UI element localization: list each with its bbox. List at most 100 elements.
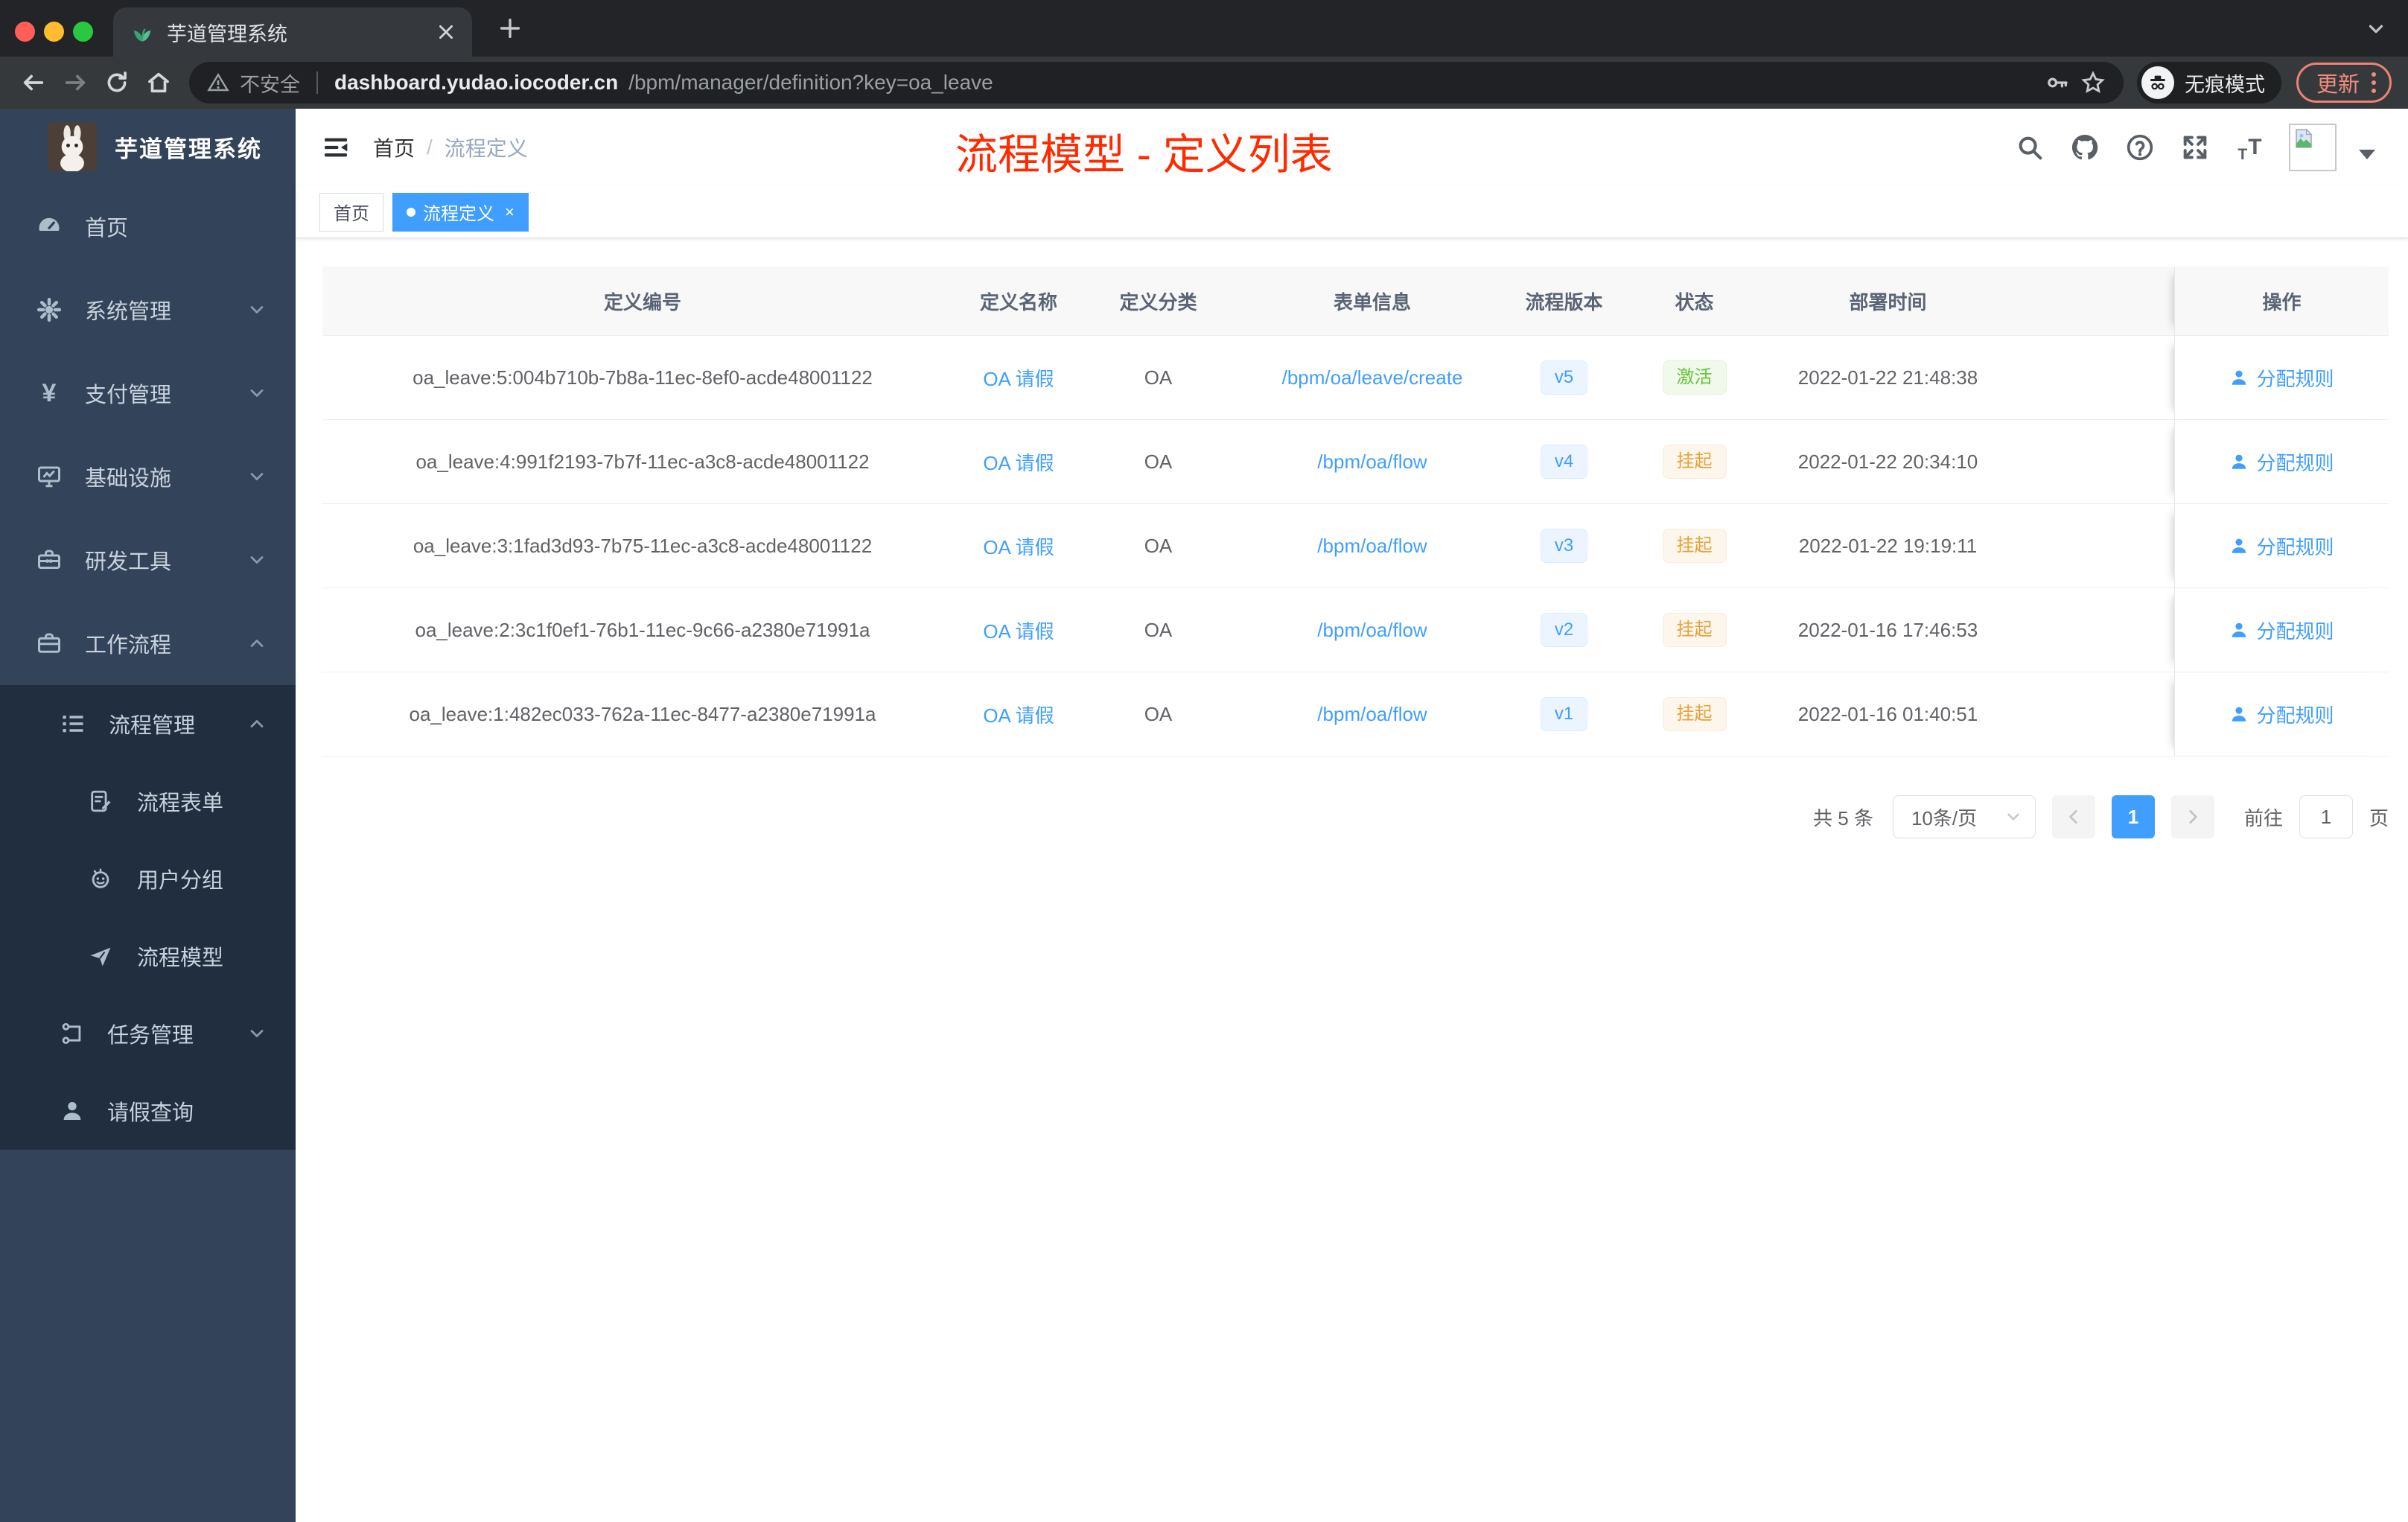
prev-page-button[interactable]: [2051, 795, 2095, 838]
sidebar-item-leave-query[interactable]: 请假查询: [0, 1072, 296, 1150]
form-info-link[interactable]: /bpm/oa/flow: [1317, 619, 1427, 642]
column-header: 定义分类: [1119, 290, 1197, 313]
table-row: oa_leave:5:004b710b-7b8a-11ec-8ef0-acde4…: [322, 336, 2389, 420]
sidebar-item-workflow[interactable]: 工作流程: [0, 602, 296, 685]
definition-name-link[interactable]: OA 请假: [983, 448, 1054, 476]
form-info-link[interactable]: /bpm/oa/flow: [1317, 703, 1427, 726]
status-badge: 挂起: [1662, 612, 1727, 648]
font-size-icon[interactable]: TT: [2234, 131, 2267, 164]
form-icon: [88, 789, 113, 814]
tag-home[interactable]: 首页: [319, 192, 383, 232]
browser-tab[interactable]: 芋道管理系统: [113, 7, 472, 57]
sidebar-item-infrastructure[interactable]: 基础设施: [0, 435, 296, 518]
sidebar-item-process-management[interactable]: 流程管理: [0, 685, 296, 762]
definition-category: OA: [1144, 450, 1173, 473]
monitor-icon: [36, 463, 63, 490]
definition-id: oa_leave:3:1fad3d93-7b75-11ec-a3c8-acde4…: [413, 534, 873, 557]
user-icon: [2232, 707, 2246, 722]
definition-name-link[interactable]: OA 请假: [983, 532, 1054, 560]
browser-menu-icon[interactable]: [2372, 72, 2376, 93]
page-content: 定义编号 定义名称 定义分类 表单信息 流程版本 状态 部署时间 操作 oa_l…: [296, 238, 2408, 1522]
help-icon[interactable]: [2124, 131, 2156, 164]
assign-rule-button[interactable]: 分配规则: [2229, 701, 2334, 728]
assign-rule-button[interactable]: 分配规则: [2229, 617, 2334, 644]
paper-plane-icon: [88, 943, 113, 969]
app-logo[interactable]: 芋道管理系统: [0, 109, 296, 185]
sidebar-item-system[interactable]: 系统管理: [0, 268, 296, 351]
tab-search-chevron-icon[interactable]: [2365, 18, 2387, 40]
url-path: /bpm/manager/definition?key=oa_leave: [628, 71, 993, 94]
tab-close-icon[interactable]: [436, 22, 456, 42]
definition-name-link[interactable]: OA 请假: [983, 701, 1054, 728]
browser-update-button[interactable]: 更新: [2296, 63, 2392, 103]
search-icon[interactable]: [2013, 131, 2046, 164]
sidebar-item-label: 研发工具: [85, 550, 172, 574]
version-badge: v5: [1540, 360, 1588, 395]
page-size-select[interactable]: 10条/页: [1892, 795, 2036, 838]
back-button[interactable]: [16, 66, 51, 100]
forward-button[interactable]: [58, 66, 92, 100]
breadcrumb-home[interactable]: 首页: [373, 133, 415, 162]
version-badge: v4: [1540, 444, 1588, 480]
column-header: 表单信息: [1333, 290, 1411, 313]
window-close-button[interactable]: [15, 22, 35, 42]
column-header: 状态: [1675, 290, 1714, 313]
sidebar-toggle-icon[interactable]: [321, 133, 351, 162]
deploy-time: 2022-01-22 21:48:38: [1797, 366, 1978, 389]
tag-process-definition[interactable]: 流程定义 ×: [392, 192, 529, 232]
sidebar-item-task-management[interactable]: 任务管理: [0, 995, 296, 1072]
github-icon[interactable]: [2068, 131, 2101, 164]
definition-name-link[interactable]: OA 请假: [983, 617, 1054, 644]
definition-name-link[interactable]: OA 请假: [983, 364, 1054, 392]
tree-icon: [60, 1021, 85, 1046]
password-key-icon[interactable]: [2045, 70, 2070, 95]
sidebar-item-label: 用户分组: [137, 869, 224, 893]
sidebar-item-label: 流程管理: [109, 714, 196, 738]
navbar: 首页 / 流程定义 流程模型 - 定义列表 TT: [296, 109, 2408, 186]
form-info-link[interactable]: /bpm/oa/flow: [1317, 450, 1427, 474]
tags-view: 首页 流程定义 ×: [296, 186, 2408, 238]
window-minimize-button[interactable]: [44, 22, 64, 42]
version-badge: v2: [1540, 612, 1588, 648]
security-label[interactable]: 不安全: [240, 69, 300, 98]
sidebar-item-user-group[interactable]: 用户分组: [0, 840, 296, 917]
assign-rule-button[interactable]: 分配规则: [2229, 364, 2334, 392]
address-bar[interactable]: 不安全 dashboard.yudao.iocoder.cn/bpm/manag…: [189, 62, 2124, 104]
breadcrumb: 首页 / 流程定义: [373, 133, 528, 162]
pagination: 共 5 条 10条/页 1 前往 页: [322, 795, 2389, 838]
sidebar-item-home[interactable]: 首页: [0, 185, 296, 268]
home-button[interactable]: [141, 66, 176, 100]
goto-page-input[interactable]: [2299, 795, 2353, 838]
sidebar-item-process-model[interactable]: 流程模型: [0, 917, 296, 995]
next-page-button[interactable]: [2170, 795, 2214, 838]
update-label: 更新: [2316, 73, 2360, 97]
table-row: oa_leave:3:1fad3d93-7b75-11ec-a3c8-acde4…: [322, 504, 2389, 588]
assign-rule-button[interactable]: 分配规则: [2229, 448, 2334, 476]
yen-icon: ¥: [42, 378, 57, 407]
avatar[interactable]: [2289, 124, 2337, 171]
window-zoom-button[interactable]: [73, 22, 93, 42]
sidebar-item-process-form[interactable]: 流程表单: [0, 762, 296, 840]
sidebar-item-dev-tools[interactable]: 研发工具: [0, 518, 296, 602]
form-info-link[interactable]: /bpm/oa/flow: [1317, 535, 1427, 558]
new-tab-button[interactable]: [497, 16, 523, 41]
page-number-button[interactable]: 1: [2111, 795, 2155, 838]
tag-close-icon[interactable]: ×: [505, 203, 515, 222]
fullscreen-icon[interactable]: [2179, 131, 2211, 164]
broken-image-icon: [2296, 128, 2313, 148]
sidebar-item-payment[interactable]: ¥ 支付管理: [0, 351, 296, 435]
url-host: dashboard.yudao.iocoder.cn: [334, 71, 619, 94]
assign-rule-button[interactable]: 分配规则: [2229, 532, 2334, 560]
bookmark-star-icon[interactable]: [2080, 70, 2106, 95]
user-icon: [2232, 370, 2246, 385]
form-info-link[interactable]: /bpm/oa/leave/create: [1282, 366, 1463, 389]
chevron-down-icon: [246, 383, 267, 404]
user-icon: [2232, 454, 2246, 469]
definition-category: OA: [1144, 618, 1173, 641]
avatar-caret-icon[interactable]: [2359, 149, 2375, 159]
reload-button[interactable]: [100, 66, 134, 100]
user-icon: [2232, 623, 2246, 637]
column-header: 定义名称: [979, 290, 1057, 313]
chevron-down-icon: [246, 1023, 267, 1044]
list-icon: [60, 710, 86, 737]
